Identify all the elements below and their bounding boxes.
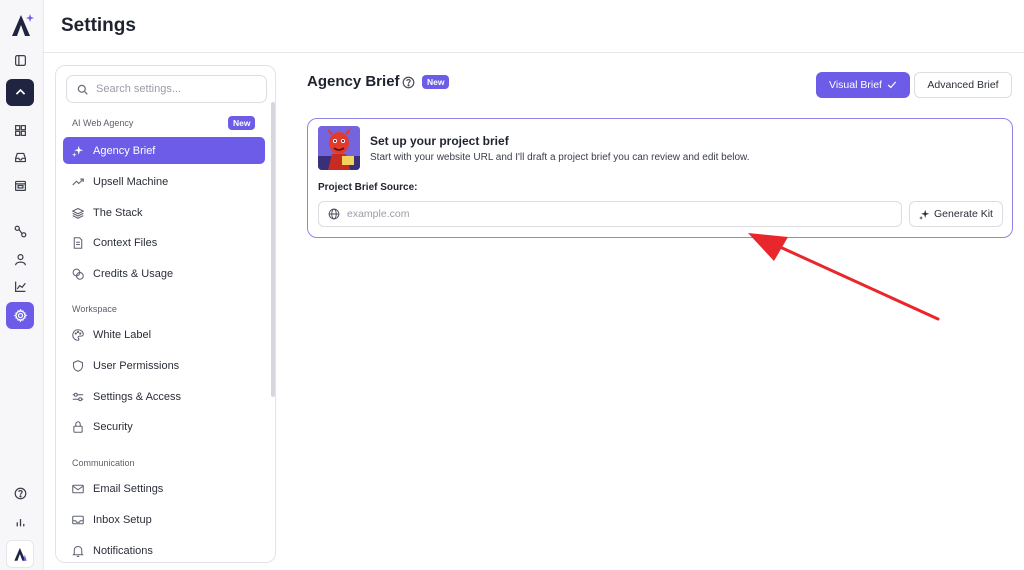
search-icon	[77, 84, 88, 95]
assistant-avatar	[318, 126, 360, 170]
generate-kit-label: Generate Kit	[934, 208, 993, 220]
bell-icon	[72, 545, 84, 557]
nav-item-upsell-machine[interactable]: Upsell Machine	[63, 168, 265, 195]
brief-source-label: Project Brief Source:	[318, 182, 418, 193]
sparkles-icon	[919, 209, 930, 220]
lock-icon	[73, 420, 83, 433]
nav-item-label: Upsell Machine	[93, 175, 169, 188]
group-label-communication: Communication	[72, 458, 135, 468]
annotation-arrow	[748, 233, 940, 321]
settings-nav-panel: AI Web Agency New Agency Brief Upsell Ma…	[55, 65, 276, 563]
sparkles-icon	[72, 145, 84, 157]
palette-icon	[72, 328, 84, 341]
nav-item-security[interactable]: Security	[63, 413, 265, 440]
shield-icon	[72, 359, 84, 372]
group-label-workspace: Workspace	[72, 304, 117, 314]
card-subtitle: Start with your website URL and I'll dra…	[370, 152, 750, 163]
new-badge: New	[228, 116, 256, 130]
generate-kit-button[interactable]: Generate Kit	[909, 201, 1003, 227]
nav-scrollbar[interactable]	[271, 102, 275, 397]
search-box[interactable]	[66, 75, 267, 103]
collapse-chevron-icon[interactable]	[6, 79, 34, 106]
title-new-badge: New	[422, 75, 450, 89]
group-label-ai-web-agency: AI Web Agency	[72, 118, 134, 128]
visual-brief-tab[interactable]: Visual Brief	[816, 72, 910, 98]
nav-item-label: Agency Brief	[93, 144, 156, 157]
nav-item-notifications[interactable]: Notifications	[63, 537, 265, 562]
app-logo[interactable]	[10, 12, 34, 38]
nav-item-email-settings[interactable]: Email Settings	[63, 475, 265, 502]
sidebar-toggle-icon[interactable]	[10, 50, 30, 70]
website-url-input[interactable]	[347, 208, 887, 220]
nav-item-label: Inbox Setup	[93, 513, 152, 526]
check-icon	[887, 81, 897, 89]
url-field[interactable]	[318, 201, 902, 227]
nav-item-context-files[interactable]: Context Files	[63, 229, 265, 256]
sliders-icon	[72, 392, 84, 401]
globe-icon	[328, 208, 340, 220]
help-icon[interactable]	[10, 483, 30, 503]
nav-item-label: White Label	[93, 328, 152, 341]
search-input[interactable]	[96, 83, 256, 95]
advanced-brief-tab[interactable]: Advanced Brief	[914, 72, 1012, 98]
card-title: Set up your project brief	[370, 134, 509, 148]
layers-icon	[72, 207, 84, 219]
project-brief-card: Set up your project brief Start with you…	[307, 118, 1013, 238]
nav-item-white-label[interactable]: White Label	[63, 321, 265, 348]
mail-icon	[72, 484, 84, 493]
inbox-icon	[72, 515, 84, 524]
nav-item-label: User Permissions	[93, 359, 180, 372]
nav-item-inbox-setup[interactable]: Inbox Setup	[63, 506, 265, 533]
coins-icon	[72, 268, 84, 280]
help-circle-icon[interactable]	[402, 76, 415, 89]
dashboard-grid-icon[interactable]	[10, 120, 30, 140]
section-title: Agency Brief	[307, 73, 400, 90]
visual-brief-label: Visual Brief	[829, 79, 882, 91]
nav-item-label: Context Files	[93, 236, 158, 249]
analytics-icon[interactable]	[10, 276, 30, 296]
nav-item-label: Credits & Usage	[93, 267, 174, 280]
nav-item-the-stack[interactable]: The Stack	[63, 199, 265, 226]
calendar-icon[interactable]	[10, 175, 30, 195]
nav-item-credits-usage[interactable]: Credits & Usage	[63, 260, 265, 287]
page-title: Settings	[61, 15, 136, 36]
icon-rail	[0, 0, 44, 570]
user-icon[interactable]	[10, 249, 30, 269]
trend-up-icon	[72, 177, 84, 185]
nav-item-settings-access[interactable]: Settings & Access	[63, 383, 265, 410]
workflow-icon[interactable]	[10, 221, 30, 241]
nav-item-user-permissions[interactable]: User Permissions	[63, 352, 265, 379]
inbox-icon[interactable]	[10, 147, 30, 167]
nav-item-label: Security	[93, 420, 133, 433]
nav-item-agency-brief[interactable]: Agency Brief	[63, 137, 265, 164]
workspace-logo[interactable]	[6, 540, 34, 568]
nav-item-label: The Stack	[93, 206, 143, 219]
nav-item-label: Email Settings	[93, 482, 164, 495]
page-header: Settings	[44, 0, 1024, 53]
settings-gear-icon[interactable]	[6, 302, 34, 329]
file-icon	[73, 236, 83, 249]
nav-item-label: Settings & Access	[93, 390, 182, 403]
nav-item-label: Notifications	[93, 544, 153, 557]
usage-bars-icon[interactable]	[10, 511, 30, 531]
